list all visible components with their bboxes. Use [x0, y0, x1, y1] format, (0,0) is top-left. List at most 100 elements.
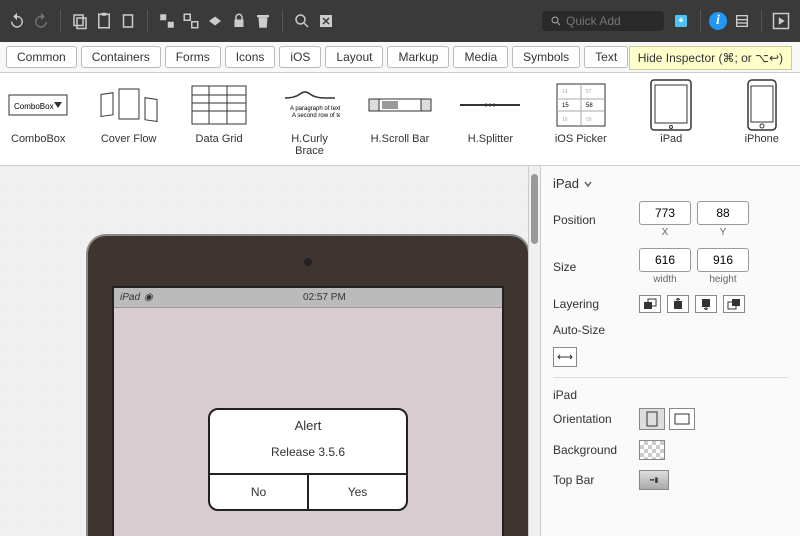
inspector-title[interactable]: iPad: [553, 176, 788, 191]
ipad-mockup[interactable]: iPad ◉ 02:57 PM Alert Release 3.5.6 No Ye…: [88, 236, 528, 536]
x-label: X: [662, 227, 669, 238]
size-label: Size: [553, 260, 629, 274]
camera-dot: [304, 258, 312, 266]
send-backward-button[interactable]: [695, 295, 717, 313]
orientation-landscape-button[interactable]: [669, 408, 695, 430]
lib-iphone[interactable]: iPhone: [728, 81, 796, 157]
tab-markup[interactable]: Markup: [387, 46, 449, 68]
ipad-screen: iPad ◉ 02:57 PM Alert Release 3.5.6 No Ye…: [112, 286, 504, 536]
quick-add-input[interactable]: [566, 14, 656, 28]
separator: [282, 10, 283, 32]
canvas[interactable]: iPad ◉ 02:57 PM Alert Release 3.5.6 No Ye…: [0, 166, 540, 536]
search-icon: [550, 15, 562, 27]
trash-icon[interactable]: [254, 12, 272, 30]
device-label: iPad: [120, 292, 140, 303]
clipboard-icon[interactable]: [119, 12, 137, 30]
lib-combobox[interactable]: ComboBox ComboBox: [4, 81, 72, 157]
svg-text:16: 16: [562, 117, 568, 123]
svg-text:15: 15: [562, 103, 569, 109]
y-label: Y: [720, 227, 727, 238]
lib-label: iOS Picker: [555, 133, 607, 145]
status-bar: iPad ◉ 02:57 PM: [114, 288, 502, 308]
alert-yes-button[interactable]: Yes: [309, 475, 406, 509]
separator: [761, 10, 762, 32]
tab-containers[interactable]: Containers: [81, 46, 161, 68]
copy-icon[interactable]: [71, 12, 89, 30]
scrollbar-thumb[interactable]: [531, 174, 538, 244]
bring-forward-button[interactable]: [639, 295, 661, 313]
autosize-label: Auto-Size: [553, 323, 629, 337]
send-back-button[interactable]: [667, 295, 689, 313]
quick-add-search[interactable]: [542, 11, 664, 31]
bring-front-icon[interactable]: [206, 12, 224, 30]
inspector-panel: iPad Position X Y Size width height Laye…: [540, 166, 800, 536]
paste-icon[interactable]: [95, 12, 113, 30]
download-icon[interactable]: [670, 10, 692, 32]
lib-label: ComboBox: [11, 133, 65, 145]
lock-icon[interactable]: [230, 12, 248, 30]
svg-text:A second row of text: A second row of text: [292, 113, 340, 119]
height-input[interactable]: [697, 248, 749, 272]
alert-dialog[interactable]: Alert Release 3.5.6 No Yes: [208, 408, 408, 511]
separator: [147, 10, 148, 32]
topbar-swatch[interactable]: ▪▪▮: [639, 470, 669, 490]
tab-media[interactable]: Media: [453, 46, 508, 68]
lib-datagrid[interactable]: Data Grid: [185, 81, 253, 157]
lib-hsplitter[interactable]: H.Splitter: [456, 81, 524, 157]
lib-ipad[interactable]: iPad: [637, 81, 705, 157]
lib-iospicker[interactable]: 145715581659 iOS Picker: [547, 81, 615, 157]
redo-icon[interactable]: [32, 12, 50, 30]
lib-label: iPhone: [745, 133, 779, 145]
orientation-portrait-button[interactable]: [639, 408, 665, 430]
main-area: iPad ◉ 02:57 PM Alert Release 3.5.6 No Ye…: [0, 166, 800, 536]
tab-text[interactable]: Text: [584, 46, 628, 68]
chevron-down-icon: [583, 179, 593, 189]
svg-text:A paragraph of text: A paragraph of text: [290, 106, 340, 112]
group-icon[interactable]: [158, 12, 176, 30]
undo-icon[interactable]: [8, 12, 26, 30]
separator: [700, 10, 701, 32]
width-label: width: [653, 274, 676, 285]
divider: [553, 377, 788, 378]
position-x-input[interactable]: [639, 201, 691, 225]
play-icon[interactable]: [770, 10, 792, 32]
markup-toggle-icon[interactable]: [317, 12, 335, 30]
topbar-label: Top Bar: [553, 473, 629, 487]
alert-no-button[interactable]: No: [210, 475, 309, 509]
alert-body: Release 3.5.6: [210, 441, 406, 473]
position-y-input[interactable]: [697, 201, 749, 225]
vertical-scrollbar[interactable]: [528, 166, 540, 536]
lib-hcurlybrace[interactable]: A paragraph of textA second row of text …: [275, 81, 343, 157]
svg-text:58: 58: [586, 103, 593, 109]
ungroup-icon[interactable]: [182, 12, 200, 30]
height-label: height: [709, 274, 736, 285]
lib-hscrollbar[interactable]: H.Scroll Bar: [366, 81, 434, 157]
svg-text:ComboBox: ComboBox: [14, 102, 54, 111]
tab-forms[interactable]: Forms: [165, 46, 221, 68]
lib-coverflow[interactable]: Cover Flow: [94, 81, 162, 157]
component-library: ComboBox ComboBox Cover Flow Data Grid A…: [0, 73, 800, 166]
position-label: Position: [553, 213, 629, 227]
tab-common[interactable]: Common: [6, 46, 77, 68]
width-input[interactable]: [639, 248, 691, 272]
background-label: Background: [553, 443, 629, 457]
svg-text:14: 14: [562, 89, 568, 95]
lib-label: H.Scroll Bar: [371, 133, 430, 145]
autosize-button[interactable]: [553, 347, 577, 367]
panel-icon[interactable]: [731, 10, 753, 32]
bring-front-button[interactable]: [723, 295, 745, 313]
zoom-icon[interactable]: [293, 12, 311, 30]
info-icon[interactable]: i: [709, 12, 727, 30]
main-toolbar: i: [0, 0, 800, 42]
svg-text:59: 59: [586, 117, 592, 123]
tab-symbols[interactable]: Symbols: [512, 46, 580, 68]
background-swatch[interactable]: [639, 440, 665, 460]
separator: [60, 10, 61, 32]
tab-layout[interactable]: Layout: [325, 46, 383, 68]
wifi-icon: ◉: [144, 292, 153, 303]
section-title: iPad: [553, 388, 788, 402]
tab-icons[interactable]: Icons: [225, 46, 276, 68]
alert-title: Alert: [210, 410, 406, 441]
tab-ios[interactable]: iOS: [279, 46, 321, 68]
status-time: 02:57 PM: [303, 292, 346, 303]
